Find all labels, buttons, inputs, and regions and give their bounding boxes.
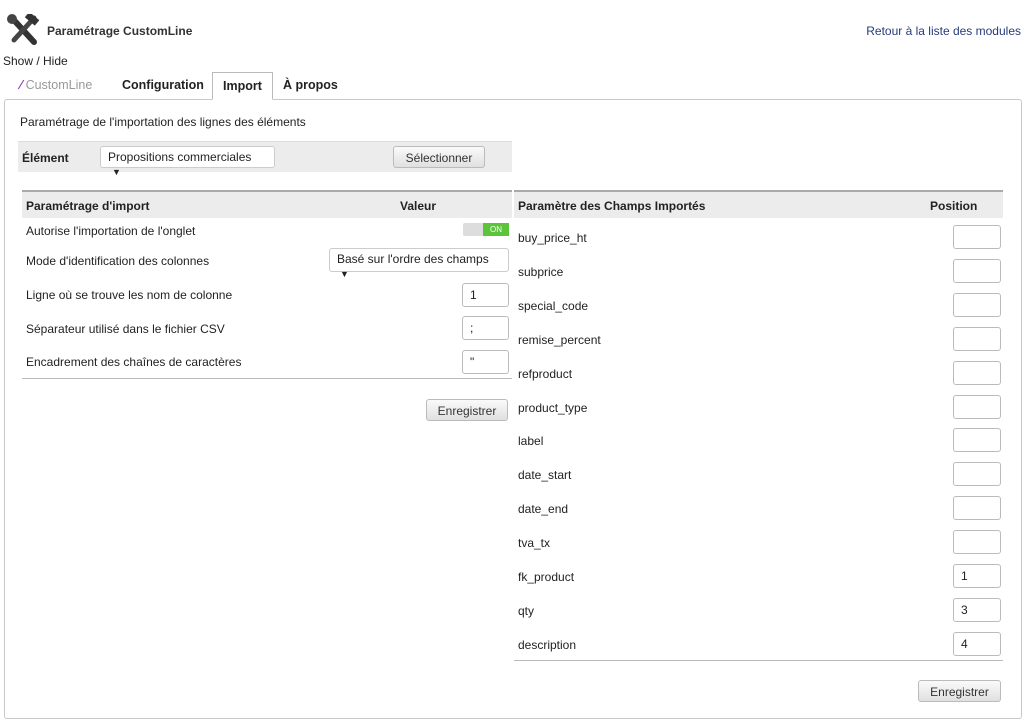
field-position-input[interactable] [953, 428, 1001, 453]
tab-configuration[interactable]: Configuration [112, 72, 214, 100]
field-position-input[interactable]: 1 [953, 564, 1001, 588]
field-position-input[interactable] [953, 292, 1001, 317]
element-select[interactable]: Propositions commerciales ▼ [100, 146, 275, 177]
imported-fields-header: Paramètre des Champs Importés Position [514, 190, 1003, 218]
field-name: qty [518, 603, 535, 618]
field-position-input[interactable]: 4 [953, 631, 1001, 656]
field-name: refproduct [518, 366, 573, 381]
field-position-input[interactable]: 3 [953, 597, 1001, 622]
field-name: description [518, 637, 577, 652]
setting-label: Séparateur utilisé dans le fichier CSV [26, 322, 225, 336]
allow-import-toggle[interactable]: ON [463, 223, 509, 236]
element-bar: Élément Propositions commerciales ▼ Séle… [18, 141, 512, 177]
select-button[interactable]: Sélectionner [393, 146, 485, 168]
setting-label: Ligne où se trouve les nom de colonne [26, 288, 233, 302]
string-enclosure-input[interactable]: " [462, 350, 509, 374]
field-name: date_start [518, 468, 572, 483]
customline-icon: ⁄ [20, 78, 23, 92]
setting-label: Encadrement des chaînes de caractères [26, 355, 242, 369]
show-hide-toggle[interactable]: Show / Hide [3, 54, 68, 68]
field-position-input[interactable] [953, 462, 1001, 487]
save-button-right[interactable]: Enregistrer [918, 680, 1001, 702]
section-title: Paramétrage de l'importation des lignes … [20, 115, 306, 129]
tab-import[interactable]: Import [212, 72, 273, 100]
setting-label: Mode d'identification des colonnes [26, 254, 210, 268]
divider [22, 378, 512, 379]
save-button-left[interactable]: Enregistrer [426, 399, 508, 421]
field-name: remise_percent [518, 332, 601, 347]
field-position-input[interactable] [953, 360, 1001, 385]
field-name: fk_product [518, 570, 575, 584]
column-mode-select[interactable]: Basé sur l'ordre des champs ▼ [329, 248, 509, 279]
field-position-input[interactable] [953, 225, 1001, 249]
csv-separator-input[interactable]: ; [462, 316, 509, 340]
field-position-input[interactable] [953, 394, 1001, 419]
header-line-input[interactable]: 1 [462, 283, 509, 307]
field-position-input[interactable] [953, 326, 1001, 351]
element-label: Élément [22, 151, 69, 165]
dropdown-arrow-icon: ▼ [112, 167, 121, 177]
field-name: buy_price_ht [518, 231, 587, 245]
field-name: date_end [518, 502, 569, 517]
page-title: Paramétrage CustomLine [47, 24, 193, 38]
field-name: subprice [518, 264, 564, 279]
field-name: special_code [518, 298, 589, 313]
divider [514, 660, 1003, 661]
field-name: product_type [518, 400, 588, 415]
back-to-modules-link[interactable]: Retour à la liste des modules [866, 24, 1021, 38]
tab-a-propos[interactable]: À propos [273, 72, 348, 100]
field-position-input[interactable] [953, 258, 1001, 283]
dropdown-arrow-icon: ▼ [340, 269, 349, 279]
tab-customline[interactable]: ⁄ CustomLine [10, 72, 102, 100]
tools-icon [6, 11, 40, 46]
field-position-input[interactable] [953, 530, 1001, 555]
import-settings-header: Paramétrage d'import Valeur [22, 190, 512, 218]
setting-label: Autorise l'importation de l'onglet [26, 224, 196, 238]
field-name: tva_tx [518, 536, 551, 551]
field-name: label [518, 434, 544, 449]
field-position-input[interactable] [953, 496, 1001, 521]
